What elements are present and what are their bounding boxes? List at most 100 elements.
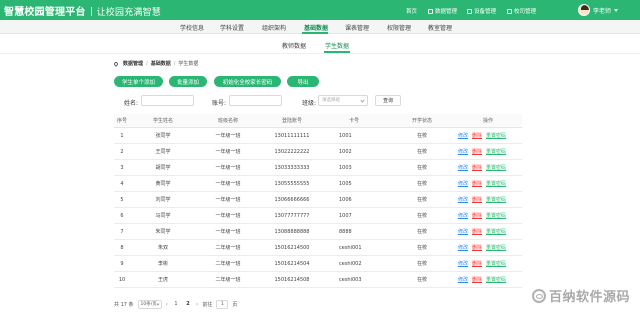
reset-password-link[interactable]: 重置密码 bbox=[486, 180, 506, 187]
row-actions: 修改 删除 重置密码 bbox=[458, 208, 518, 223]
class-filter-placeholder: 请选择班 bbox=[322, 98, 340, 103]
delete-link[interactable]: 删除 bbox=[472, 228, 482, 235]
reset-password-link[interactable]: 重置密码 bbox=[486, 132, 506, 139]
page-1[interactable]: 1 bbox=[172, 301, 180, 307]
breadcrumb-separator: / bbox=[173, 60, 176, 67]
table-row: 4 黄同学 一年级一班 13055555555 1005 在校 修改 删除 重置密码 bbox=[114, 176, 522, 192]
table-header: 序号 学生姓名 班级名称 登陆账号 卡号 开学状态 操作 bbox=[114, 114, 522, 128]
sub-tabs: 教师数据 学生数据 bbox=[0, 38, 640, 54]
reset-password-link[interactable]: 重置密码 bbox=[486, 212, 506, 219]
breadcrumb-item-basic[interactable]: 基础数据 bbox=[151, 60, 171, 67]
menu-basic-data[interactable]: 基础数据 bbox=[304, 23, 328, 32]
edit-link[interactable]: 修改 bbox=[458, 164, 468, 171]
student-name: 胡同学 bbox=[155, 165, 171, 171]
menu-subject-settings[interactable]: 学科设置 bbox=[220, 23, 244, 32]
table-row: 2 王同学 一年级一班 13022222222 1002 在校 修改 删除 重置密码 bbox=[114, 144, 522, 160]
table-body: 1 张同学 一年级一班 13011111111 1001 在校 修改 删除 重置密码 2 王同学 一年… bbox=[114, 128, 522, 288]
table-row: 1 张同学 一年级一班 13011111111 1001 在校 修改 删除 重置密码 bbox=[114, 128, 522, 144]
menu-timetable[interactable]: 课表管理 bbox=[345, 23, 369, 32]
row-number: 4 bbox=[120, 180, 124, 187]
menu-school-info[interactable]: 学校信息 bbox=[180, 23, 204, 32]
edit-link[interactable]: 修改 bbox=[458, 180, 468, 187]
delete-link[interactable]: 删除 bbox=[472, 196, 482, 203]
reset-password-link[interactable]: 重置密码 bbox=[486, 164, 506, 171]
pagination: 共 17 条 10条/页 ‹ 1 2 › 前往 1 页 bbox=[114, 299, 237, 309]
avatar bbox=[577, 4, 590, 16]
row-actions: 修改 删除 重置密码 bbox=[458, 144, 518, 159]
class-filter-label: 班级: bbox=[302, 100, 317, 107]
name-filter-input[interactable] bbox=[141, 95, 194, 106]
row-number: 5 bbox=[120, 196, 124, 203]
page-size-select[interactable]: 10条/页 bbox=[137, 299, 162, 309]
col-header-actions: 操作 bbox=[482, 118, 493, 124]
batch-add-button[interactable]: 批量添加 bbox=[169, 76, 207, 87]
student-name: 朱同学 bbox=[155, 229, 171, 235]
card-number: 1001 bbox=[339, 132, 352, 139]
nav-home[interactable]: 首页 bbox=[406, 7, 417, 15]
nav-device-management[interactable]: 设备管理 bbox=[467, 7, 496, 15]
delete-link[interactable]: 删除 bbox=[472, 164, 482, 171]
subtab-active-indicator bbox=[324, 51, 350, 53]
reset-password-link[interactable]: 重置密码 bbox=[486, 244, 506, 251]
page-2[interactable]: 2 bbox=[184, 301, 192, 307]
edit-link[interactable]: 修改 bbox=[458, 212, 468, 219]
init-parent-password-button[interactable]: 初始化全校家长密码 bbox=[214, 76, 281, 87]
breadcrumb: 数据管理 / 基础数据 / 学生数据 bbox=[113, 60, 198, 67]
menu-organization[interactable]: 组织架构 bbox=[262, 23, 286, 32]
brand-divider bbox=[90, 7, 92, 16]
menu-classrooms[interactable]: 教室管理 bbox=[428, 23, 452, 32]
user-name: 李老师 bbox=[592, 7, 611, 15]
class-name: 一年级一班 bbox=[215, 149, 241, 155]
user-menu[interactable]: 李老师 bbox=[577, 4, 618, 16]
table-row: 5 刘同学 一年级一班 13066666666 1006 在校 修改 删除 重置密码 bbox=[114, 192, 522, 208]
card-number: 1005 bbox=[339, 180, 352, 187]
edit-link[interactable]: 修改 bbox=[458, 228, 468, 235]
menu-active-indicator bbox=[302, 32, 328, 34]
reset-password-link[interactable]: 重置密码 bbox=[486, 276, 506, 283]
query-button[interactable]: 查询 bbox=[375, 95, 401, 106]
edit-link[interactable]: 修改 bbox=[458, 276, 468, 283]
chevron-down-icon bbox=[360, 98, 365, 103]
menu-permissions[interactable]: 权限管理 bbox=[387, 23, 411, 32]
edit-link[interactable]: 修改 bbox=[458, 132, 468, 139]
row-number: 2 bbox=[120, 148, 124, 155]
tab-teacher-data[interactable]: 教师数据 bbox=[282, 41, 306, 50]
add-student-button[interactable]: 学生单个添加 bbox=[114, 76, 163, 87]
row-number: 1 bbox=[120, 132, 124, 139]
next-page-icon[interactable]: › bbox=[196, 301, 198, 308]
breadcrumb-item-data[interactable]: 数据管理 bbox=[123, 60, 143, 67]
delete-link[interactable]: 删除 bbox=[472, 212, 482, 219]
student-name: 刘同学 bbox=[155, 197, 171, 203]
nav-data-management[interactable]: 数据管理 bbox=[428, 7, 457, 15]
card-number: 8888 bbox=[339, 228, 352, 235]
account-filter-input[interactable] bbox=[229, 95, 282, 106]
table-row: 10 王虎 二年级一班 15016214508 ceshi003 在校 修改 删除 重置密码 bbox=[114, 272, 522, 288]
goto-page-input[interactable]: 1 bbox=[216, 299, 229, 309]
brand: 智慧校园管理平台 让校园充满智慧 bbox=[4, 3, 161, 18]
login-account: 13055555555 bbox=[274, 180, 310, 187]
delete-link[interactable]: 删除 bbox=[472, 244, 482, 251]
edit-link[interactable]: 修改 bbox=[458, 196, 468, 203]
tab-student-data[interactable]: 学生数据 bbox=[325, 41, 349, 50]
reset-password-link[interactable]: 重置密码 bbox=[486, 196, 506, 203]
nav-school-management[interactable]: 校司管理 bbox=[507, 7, 536, 15]
enrollment-status: 在校 bbox=[416, 229, 427, 235]
export-button[interactable]: 导出 bbox=[287, 76, 319, 87]
reset-password-link[interactable]: 重置密码 bbox=[486, 260, 506, 267]
row-number: 8 bbox=[120, 244, 124, 251]
delete-link[interactable]: 删除 bbox=[472, 276, 482, 283]
reset-password-link[interactable]: 重置密码 bbox=[486, 228, 506, 235]
class-filter-select[interactable]: 请选择班 bbox=[318, 95, 368, 106]
table-row: 3 胡同学 一年级一班 13033333333 1003 在校 修改 删除 重置密码 bbox=[114, 160, 522, 176]
edit-link[interactable]: 修改 bbox=[458, 148, 468, 155]
delete-link[interactable]: 删除 bbox=[472, 132, 482, 139]
device-icon bbox=[467, 8, 472, 14]
prev-page-icon[interactable]: ‹ bbox=[166, 301, 168, 308]
edit-link[interactable]: 修改 bbox=[458, 244, 468, 251]
delete-link[interactable]: 删除 bbox=[472, 180, 482, 187]
reset-password-link[interactable]: 重置密码 bbox=[486, 148, 506, 155]
delete-link[interactable]: 删除 bbox=[472, 148, 482, 155]
edit-link[interactable]: 修改 bbox=[458, 260, 468, 267]
col-header-account: 登陆账号 bbox=[281, 118, 302, 124]
delete-link[interactable]: 删除 bbox=[472, 260, 482, 267]
